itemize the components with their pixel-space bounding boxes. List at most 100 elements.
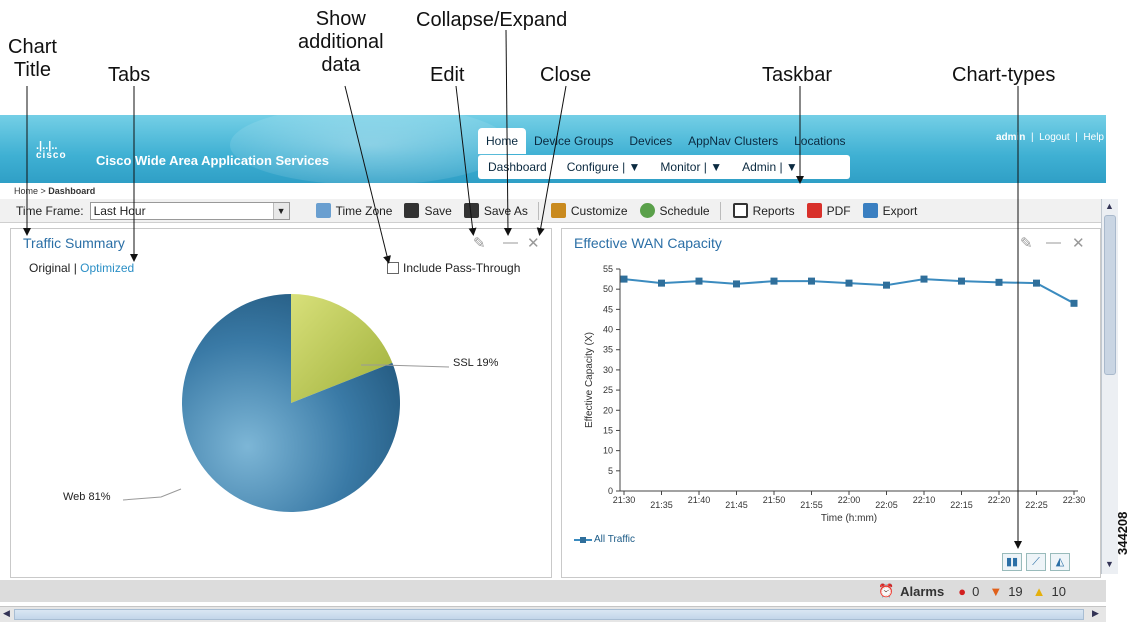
export-label: Export bbox=[882, 203, 918, 218]
schedule-icon bbox=[639, 203, 655, 218]
save-button[interactable]: Save bbox=[404, 203, 452, 218]
nav-appnav-clusters[interactable]: AppNav Clusters bbox=[680, 128, 786, 154]
time-zone-icon bbox=[315, 203, 331, 218]
subnav-dashboard[interactable]: Dashboard bbox=[478, 160, 557, 174]
data-point bbox=[808, 277, 815, 285]
breadcrumb: Home > Dashboard bbox=[14, 186, 96, 196]
x-tick-label: 21:45 bbox=[725, 500, 748, 510]
major-alarm-icon: ▼ bbox=[989, 583, 1003, 599]
collapse-icon[interactable]: — bbox=[503, 234, 518, 251]
header-glow bbox=[230, 105, 510, 185]
close-icon[interactable]: ✕ bbox=[527, 234, 540, 252]
panel-title: Effective WAN Capacity bbox=[574, 235, 722, 251]
h-scroll-thumb[interactable] bbox=[14, 609, 1084, 620]
customize-icon bbox=[550, 203, 566, 218]
x-tick-label: 21:50 bbox=[763, 495, 786, 505]
alarms-label[interactable]: Alarms bbox=[900, 584, 944, 599]
scroll-left-icon[interactable]: ◀ bbox=[3, 608, 10, 619]
export-icon bbox=[862, 203, 878, 218]
ssl-slice-label: SSL 19% bbox=[453, 357, 499, 369]
save-label: Save bbox=[424, 203, 452, 218]
x-tick-label: 22:30 bbox=[1063, 495, 1086, 505]
time-zone-label: Time Zone bbox=[335, 203, 393, 218]
y-tick-label: 25 bbox=[603, 385, 613, 395]
data-point bbox=[620, 275, 628, 283]
schedule-label: Schedule bbox=[659, 203, 710, 218]
collapse-icon[interactable]: — bbox=[1046, 234, 1061, 251]
callout-edit: Edit bbox=[430, 64, 465, 86]
pdf-icon bbox=[806, 203, 822, 218]
x-tick-label: 22:05 bbox=[875, 500, 898, 510]
help-link[interactable]: Help bbox=[1083, 132, 1104, 143]
reports-label: Reports bbox=[752, 203, 795, 218]
panel-title: Traffic Summary bbox=[23, 235, 125, 251]
breadcrumb-home[interactable]: Home bbox=[14, 186, 38, 196]
x-tick-label: 21:30 bbox=[613, 495, 636, 505]
callout-taskbar: Taskbar bbox=[762, 64, 833, 86]
line-chart-type-icon[interactable]: ⟋ bbox=[1026, 553, 1046, 571]
legend-label: All Traffic bbox=[594, 534, 635, 545]
y-tick-label: 50 bbox=[603, 284, 613, 294]
data-point bbox=[770, 277, 778, 285]
traffic-summary-panel: Traffic Summary ✎ — ✕ Original | Optimiz… bbox=[10, 228, 552, 578]
subnav-admin[interactable]: Admin | ▼ bbox=[732, 160, 808, 174]
subnav-configure[interactable]: Configure | ▼ bbox=[557, 160, 651, 174]
callout-collapse: Collapse/Expand bbox=[416, 9, 568, 31]
data-point bbox=[995, 278, 1003, 286]
y-tick-label: 40 bbox=[603, 325, 613, 335]
alarm-clock-icon: ⏰ bbox=[877, 583, 895, 598]
nav-devices[interactable]: Devices bbox=[621, 128, 680, 154]
area-chart-type-icon[interactable]: ◭ bbox=[1050, 553, 1070, 571]
pdf-button[interactable]: PDF bbox=[806, 203, 851, 218]
callout-close: Close bbox=[540, 64, 592, 86]
data-point bbox=[845, 279, 853, 287]
time-zone-button[interactable]: Time Zone bbox=[315, 203, 393, 218]
status-bar: ⏰ Alarms ● 0 ▼ 19 ▲ 10 bbox=[0, 580, 1106, 602]
close-icon[interactable]: ✕ bbox=[1072, 234, 1085, 252]
edit-icon[interactable]: ✎ bbox=[1020, 234, 1033, 252]
nav-home[interactable]: Home bbox=[478, 128, 527, 154]
reports-button[interactable]: Reports bbox=[732, 203, 795, 218]
bar-chart-type-icon[interactable]: ▮▮ bbox=[1002, 553, 1022, 571]
x-tick-label: 22:00 bbox=[838, 495, 861, 505]
dashboard-toolbar: Time Frame: Last Hour ▼ Time Zone Save S… bbox=[0, 199, 1106, 223]
data-point bbox=[920, 275, 928, 283]
nav-device-groups[interactable]: Device Groups bbox=[526, 128, 621, 154]
x-axis-label: Time (h:mm) bbox=[821, 513, 877, 524]
schedule-button[interactable]: Schedule bbox=[639, 203, 710, 218]
customize-button[interactable]: Customize bbox=[550, 203, 628, 218]
x-tick-label: 21:40 bbox=[688, 495, 711, 505]
callout-chart-title: Chart Title bbox=[8, 36, 57, 82]
callout-show-data: Show additional data bbox=[298, 8, 384, 77]
edit-icon[interactable]: ✎ bbox=[473, 234, 486, 252]
scroll-right-icon[interactable]: ▶ bbox=[1092, 608, 1099, 619]
y-tick-label: 15 bbox=[603, 425, 613, 435]
save-as-button[interactable]: Save As bbox=[463, 203, 528, 218]
logout-link[interactable]: Logout bbox=[1039, 132, 1070, 143]
data-point bbox=[1070, 299, 1078, 307]
data-point bbox=[733, 280, 740, 288]
scroll-up-icon[interactable]: ▲ bbox=[1105, 201, 1114, 211]
horizontal-scrollbar[interactable]: ◀ ▶ bbox=[0, 606, 1106, 622]
callout-show-data-text: Show additional data bbox=[298, 8, 384, 76]
time-frame-select[interactable]: Last Hour ▼ bbox=[89, 201, 290, 220]
cisco-logo-text: cisco bbox=[36, 150, 67, 161]
export-button[interactable]: Export bbox=[862, 203, 918, 218]
x-tick-label: 22:15 bbox=[950, 500, 973, 510]
callout-chart-types: Chart-types bbox=[952, 64, 1056, 86]
chart-legend: All Traffic bbox=[574, 534, 635, 545]
scroll-thumb[interactable] bbox=[1104, 215, 1116, 375]
y-tick-label: 35 bbox=[603, 345, 613, 355]
scroll-down-icon[interactable]: ▼ bbox=[1105, 559, 1114, 569]
app-header: .|..|.. cisco Cisco Wide Area Applicatio… bbox=[0, 105, 1106, 185]
nav-locations[interactable]: Locations bbox=[786, 128, 853, 154]
x-tick-label: 21:35 bbox=[650, 500, 673, 510]
x-tick-label: 22:10 bbox=[913, 495, 936, 505]
main-nav: Home Device Groups Devices AppNav Cluste… bbox=[478, 128, 854, 154]
customize-label: Customize bbox=[570, 203, 628, 218]
subnav-monitor[interactable]: Monitor | ▼ bbox=[650, 160, 732, 174]
legend-line-icon bbox=[574, 536, 592, 543]
sub-nav: Dashboard Configure | ▼ Monitor | ▼ Admi… bbox=[478, 155, 850, 179]
line-chart: 051015202530354045505521:30 21:35 21:40 21:… bbox=[584, 264, 1086, 524]
y-tick-label: 10 bbox=[603, 446, 613, 456]
